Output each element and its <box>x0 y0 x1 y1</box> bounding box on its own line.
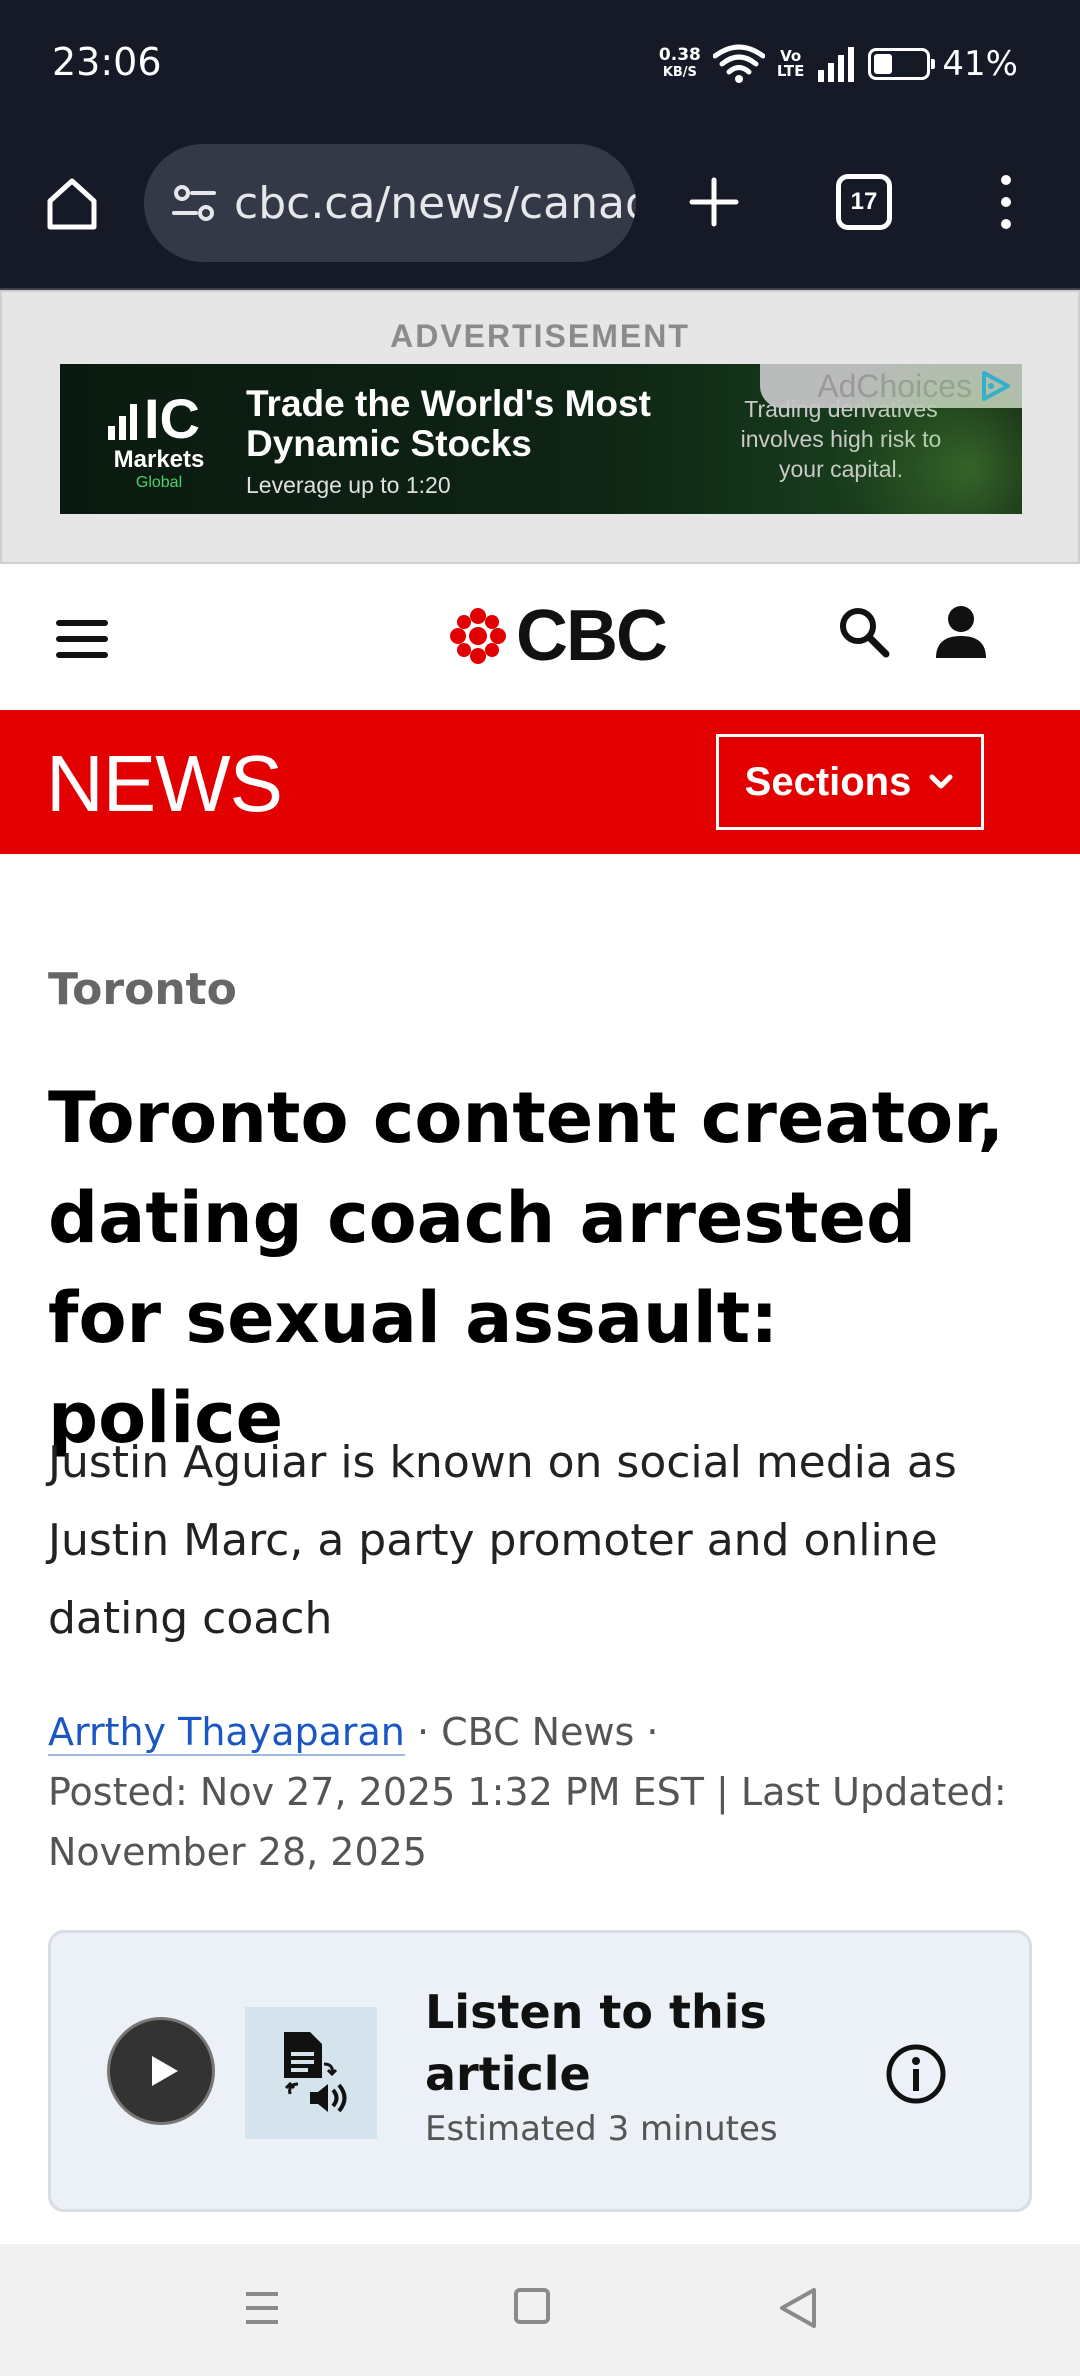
ad-risk-warning: Trading derivatives involves high risk t… <box>740 396 942 482</box>
ad-label: ADVERTISEMENT <box>390 318 690 354</box>
menu-icon[interactable] <box>56 620 108 658</box>
article-byline: Arrthy Thayaparan · CBC News · Posted: N… <box>48 1702 1048 1882</box>
listen-title: Listen to this article <box>425 1985 767 2101</box>
site-header: CBC <box>0 564 1080 710</box>
tab-switcher-button[interactable]: 17 <box>836 174 892 230</box>
home-button[interactable] <box>514 2288 550 2324</box>
ad-brand-global: Global <box>135 474 183 491</box>
text-to-speech-icon <box>245 2007 377 2139</box>
sections-button[interactable]: Sections <box>716 734 984 830</box>
status-icons: 0.38 KB/S Vo LTE 41% <box>659 40 1018 88</box>
cbc-wordmark: CBC <box>516 596 668 676</box>
adchoices-icon <box>982 371 1010 401</box>
sections-label: Sections <box>744 759 912 804</box>
info-icon[interactable] <box>885 2043 947 2105</box>
more-options-icon[interactable] <box>990 172 1022 232</box>
chevron-down-icon <box>929 774 953 789</box>
listen-estimate: Estimated 3 minutes <box>425 2109 778 2149</box>
url-text[interactable]: cbc.ca/news/canada/toronto <box>234 178 636 229</box>
status-bar: 23:06 0.38 KB/S Vo LTE 41% <box>0 0 1080 128</box>
site-settings-icon[interactable] <box>168 177 220 229</box>
advertisement: ADVERTISEMENT IC Markets Global Trade th… <box>0 290 1080 564</box>
ad-brand-markets: Markets <box>113 446 205 473</box>
browser-toolbar: cbc.ca/news/canada/toronto 17 <box>0 128 1080 290</box>
play-icon <box>152 2056 178 2086</box>
account-icon[interactable] <box>932 602 990 660</box>
adchoices-label: AdChoices <box>817 367 972 404</box>
cbc-logo[interactable]: CBC <box>450 596 668 676</box>
back-icon[interactable] <box>776 2286 820 2330</box>
new-tab-icon[interactable] <box>686 174 742 230</box>
status-time: 23:06 <box>52 40 162 84</box>
system-navigation-bar <box>0 2244 1080 2376</box>
ad-subline: Leverage up to 1:20 <box>246 472 451 498</box>
ad-banner[interactable]: IC Markets Global Trade the World's Most… <box>60 364 1022 514</box>
wifi-icon <box>712 44 765 83</box>
posted-date: Posted: Nov 27, 2025 1:32 PM EST | Last … <box>48 1770 1007 1874</box>
search-icon[interactable] <box>836 604 892 660</box>
article-category[interactable]: Toronto <box>48 964 237 1015</box>
article-headline: Toronto content creator, dating coach ar… <box>48 1077 1005 1459</box>
ad-headline: Trade the World's Most Dynamic Stocks <box>246 383 651 464</box>
address-bar[interactable]: cbc.ca/news/canada/toronto <box>144 144 636 262</box>
volte-indicator: Vo LTE <box>776 47 805 80</box>
battery-icon <box>868 48 936 80</box>
cbc-gem-icon <box>450 608 506 664</box>
adchoices-button[interactable]: AdChoices <box>760 364 1022 408</box>
byline-source: · CBC News · <box>404 1710 659 1754</box>
home-icon[interactable] <box>42 173 102 233</box>
recent-apps-icon[interactable] <box>242 2288 282 2328</box>
news-wordmark[interactable]: NEWS <box>46 738 283 830</box>
ic-markets-logo: IC Markets Global <box>104 386 214 496</box>
battery-percent: 41% <box>942 44 1018 84</box>
author-link[interactable]: Arrthy Thayaparan <box>48 1710 405 1756</box>
article-deck: Justin Aguiar is known on social media a… <box>48 1437 957 1644</box>
play-button[interactable] <box>107 2017 215 2125</box>
ad-brand-ic: IC <box>144 387 200 450</box>
news-section-bar: NEWS Sections <box>0 710 1080 854</box>
signal-icon <box>818 47 855 82</box>
listen-to-article-card: Listen to this article Estimated 3 minut… <box>48 1930 1032 2212</box>
network-speed: 0.38 KB/S <box>658 45 701 81</box>
